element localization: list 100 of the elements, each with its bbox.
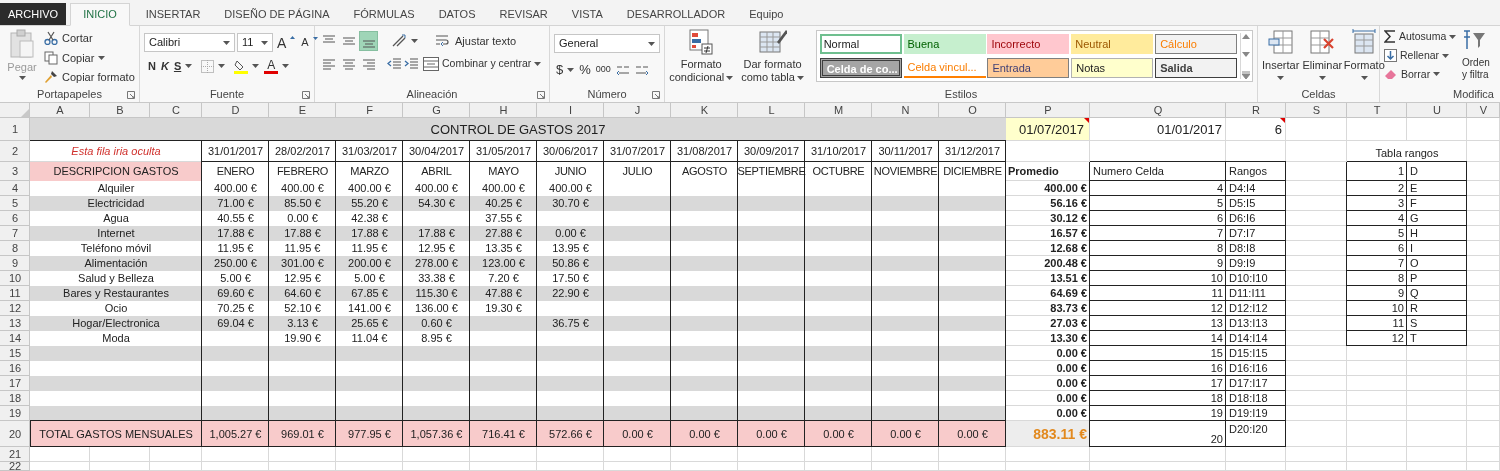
month-heading: NOVIEMBRE <box>872 164 939 180</box>
date-cell-text: 31/05/2017 <box>474 144 533 160</box>
dialog-launcher-icon[interactable] <box>302 91 310 99</box>
font-family-field[interactable]: Calibri <box>144 33 235 52</box>
cell-style-option[interactable]: Neutral <box>1071 34 1154 54</box>
amount-cell-text: 115.30 € <box>414 286 459 301</box>
italic-button[interactable]: K <box>160 58 169 75</box>
shrink-font-button[interactable]: A <box>299 37 320 48</box>
range-cell-text: D13:I13 <box>1228 316 1269 331</box>
caret-icon <box>567 67 575 72</box>
cell-style-option[interactable]: Entrada <box>987 58 1070 78</box>
orientation-button[interactable] <box>391 34 418 48</box>
row-header[interactable]: 22 <box>0 462 30 471</box>
wrap-text-icon <box>435 34 451 48</box>
amount-cell-text: 69.04 € <box>216 316 255 331</box>
amount-cell-text: 36.75 € <box>551 316 590 331</box>
ribbon-tab[interactable]: VISTA <box>559 3 615 25</box>
expense-label: Alimentación <box>83 256 149 271</box>
percent-button[interactable]: % <box>579 60 591 80</box>
ribbon-tab[interactable]: Equipo <box>737 3 796 25</box>
underline-button[interactable]: S <box>173 58 193 75</box>
cell-style-option[interactable]: Buena <box>903 34 986 54</box>
cell-style-option[interactable]: Salida <box>1155 58 1238 78</box>
font-color-button[interactable]: A <box>264 58 290 74</box>
copy-button[interactable]: Copiar <box>44 49 135 66</box>
ribbon-tab[interactable]: INICIO <box>70 3 130 26</box>
expand-gallery-icon[interactable] <box>1242 71 1250 79</box>
amount-cell-text: 17.88 € <box>283 226 322 241</box>
ribbon-tab[interactable]: REVISAR <box>487 3 560 25</box>
date-cell-text: 01/01/2017 <box>1155 120 1223 139</box>
ribbon-tab[interactable]: DISEÑO DE PÁGINA <box>212 3 342 25</box>
dialog-launcher-icon[interactable] <box>652 91 660 99</box>
borders-icon <box>201 59 215 73</box>
decrease-indent-icon[interactable] <box>387 57 401 71</box>
font-size-field[interactable]: 11 <box>237 33 273 52</box>
caret-icon <box>261 40 268 45</box>
borders-button[interactable] <box>201 59 226 73</box>
row-header[interactable]: 2 <box>0 141 30 162</box>
currency-button[interactable]: $ <box>556 60 575 80</box>
merge-center-button[interactable]: Combinar y centrar <box>423 56 542 72</box>
amount-cell-text: 70.25 € <box>216 301 255 316</box>
group-label: Celdas <box>1301 87 1336 102</box>
row-header[interactable]: 1 <box>0 118 30 141</box>
conditional-format-button[interactable]: Formato condicional <box>669 29 734 84</box>
cells-button[interactable]: Eliminar <box>1303 29 1342 80</box>
group-label: Fuente <box>209 87 245 102</box>
sigma-icon <box>1384 30 1396 44</box>
amount-cell-text: 13.95 € <box>551 241 590 256</box>
dialog-launcher-icon[interactable] <box>537 91 545 99</box>
cell-style-option[interactable]: Notas <box>1071 58 1154 78</box>
amount-cell-text: 85.50 € <box>283 196 322 211</box>
cells-button[interactable]: Insertar <box>1262 29 1300 80</box>
amount-cell-text: 200.00 € <box>347 256 392 271</box>
fill-color-button[interactable] <box>234 58 260 74</box>
editing-button[interactable]: Autosuma <box>1384 29 1460 45</box>
format-as-table-button[interactable]: Dar formato como tabla <box>737 29 808 84</box>
sort-filter-button[interactable]: Orden y filtra <box>1462 29 1490 81</box>
file-tab[interactable]: ARCHIVO <box>0 3 67 25</box>
scroll-up-icon[interactable] <box>1242 33 1250 39</box>
increase-indent-icon[interactable] <box>404 57 418 71</box>
dialog-launcher-icon[interactable] <box>127 91 135 99</box>
amount-cell-text: 71.00 € <box>216 196 255 211</box>
average-cell-text: 12.68 € <box>1049 241 1088 256</box>
amount-cell-text: 12.95 € <box>417 241 456 256</box>
number-format-field[interactable]: General <box>554 34 660 53</box>
average-cell-text: 0.00 € <box>1055 376 1088 391</box>
date-cell-text: 31/07/2017 <box>608 144 667 160</box>
editing-button[interactable]: Borrar <box>1384 66 1460 83</box>
cells-button[interactable]: Formato <box>1345 29 1384 80</box>
ribbon-tab[interactable]: INSERTAR <box>133 3 213 25</box>
editing-button[interactable]: Rellenar <box>1384 47 1460 64</box>
thousands-button[interactable]: 000 <box>595 63 611 77</box>
average-cell-text: 400.00 € <box>1043 181 1088 196</box>
caret-icon <box>1360 75 1368 80</box>
decrease-decimal-icon[interactable] <box>634 63 649 76</box>
ribbon-tab[interactable]: FÓRMULAS <box>341 3 427 25</box>
column-letter: G <box>1409 211 1420 226</box>
amount-cell-text: 136.00 € <box>414 301 459 316</box>
wrap-text-button[interactable]: Ajustar texto <box>435 32 517 50</box>
group-label: Número <box>587 87 627 102</box>
scroll-down-icon[interactable] <box>1242 52 1250 58</box>
caret-icon <box>223 40 230 45</box>
cut-button[interactable]: Cortar <box>44 30 135 47</box>
format-painter-button[interactable]: Copiar formato <box>44 69 135 86</box>
increase-decimal-icon[interactable] <box>615 63 630 76</box>
caret-icon <box>218 64 226 69</box>
cell-style-option[interactable]: Incorrecto <box>987 34 1070 54</box>
range-cell-text: D11:I11 <box>1228 286 1267 301</box>
grow-font-button[interactable]: A <box>275 35 298 50</box>
align-button[interactable] <box>359 31 378 51</box>
ribbon-tab[interactable]: DATOS <box>426 3 488 25</box>
average-cell-text: 0.00 € <box>1055 346 1088 361</box>
amount-cell-text: 47.88 € <box>484 286 523 301</box>
ribbon-tab[interactable]: DESARROLLADOR <box>614 3 738 25</box>
bold-button[interactable]: N <box>148 58 156 75</box>
amount-cell-text: 11.95 € <box>283 241 322 256</box>
cell-number: 11 <box>1210 286 1224 301</box>
caret-icon <box>185 64 193 69</box>
row-header[interactable]: 20 <box>0 421 30 447</box>
cell-style-option[interactable]: Normal <box>819 34 902 54</box>
